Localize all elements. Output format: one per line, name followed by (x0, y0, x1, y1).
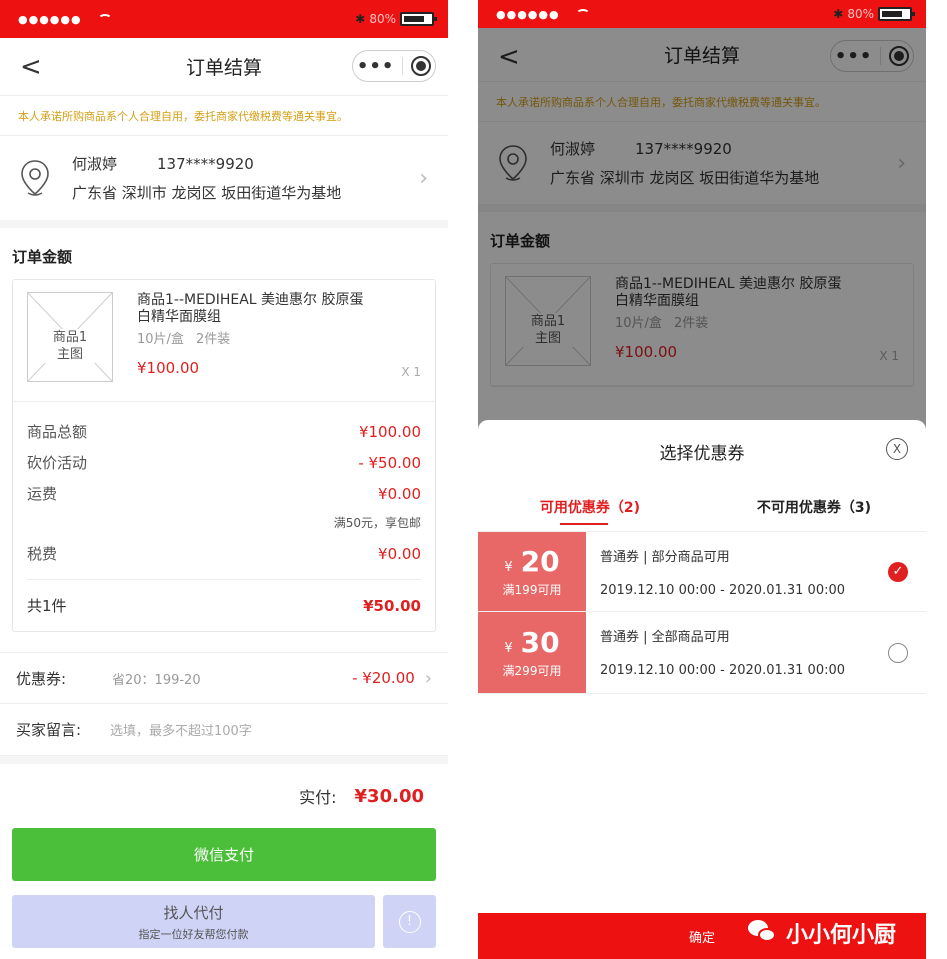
coupon-amount: 30 (520, 626, 560, 659)
wechat-logo-icon (747, 920, 778, 946)
info-icon: ! (398, 910, 421, 933)
nav-bar: < 订单结算 ••• (0, 38, 448, 96)
close-icon[interactable]: X (886, 438, 908, 460)
product-pack: 2件装 (195, 332, 231, 347)
coupon-desc: 省20：199-20 (112, 672, 201, 688)
tab-unavailable[interactable]: 不可用优惠券（3) (702, 482, 926, 531)
order-card: 商品1 主图 商品1--MEDIHEAL 美迪惠尔 胶原蛋白精华面膜组 10片/… (12, 279, 436, 632)
coupon-currency: ¥ (504, 641, 513, 656)
check-circle-icon[interactable]: ✓ (888, 561, 908, 582)
fee-label: 税费 (27, 545, 58, 563)
radio-unchecked-icon[interactable] (888, 642, 908, 663)
friend-pay-sublabel: 指定一位好友帮您付款 (138, 927, 249, 941)
back-icon[interactable]: < (20, 52, 42, 82)
mini-program-capsule: ••• (352, 50, 436, 82)
fee-value: ¥0.00 (378, 544, 421, 563)
coupon-type: 普通券 | 全部商品可用 (600, 630, 730, 645)
payable-amount: ¥30.00 (354, 785, 424, 807)
page-title: 订单结算 (185, 57, 262, 79)
friend-pay-button[interactable]: 找人代付 指定一位好友帮您付款 (12, 895, 375, 948)
coupon-tabs: 可用优惠券（2) 不可用优惠券（3) (478, 482, 926, 532)
product-spec: 10片/盒 (137, 332, 184, 347)
product-price: ¥100.00 (137, 359, 200, 377)
recipient-phone: 137****9920 (157, 155, 254, 173)
battery-percent: 80% (847, 7, 874, 21)
product-item[interactable]: 商品1 主图 商品1--MEDIHEAL 美迪惠尔 胶原蛋白精华面膜组 10片/… (13, 280, 435, 402)
sheet-title: 选择优惠券 (659, 443, 745, 464)
shipping-note: 满50元，享包邮 (333, 516, 421, 530)
coupon-validity: 2019.12.10 00:00 - 2020.01.31 00:00 (600, 663, 846, 678)
payable-label: 实付: (299, 788, 337, 807)
status-bar: ●●●●●● ✱ 80% (0, 0, 448, 38)
bluetooth-icon: ✱ (355, 12, 366, 26)
watermark: 小小何小厨 (747, 917, 896, 949)
coupon-validity: 2019.12.10 00:00 - 2020.01.31 00:00 (600, 583, 846, 598)
coupon-select-screen: ●●●●●● ✱ 80% < 订单结算 ••• 本人承诺所购商品系个人合理自用，… (478, 0, 926, 959)
buyer-message-row[interactable]: 买家留言: 选填，最多不超过100字 (0, 704, 448, 756)
fee-value: ¥100.00 (358, 422, 421, 441)
capsule-divider (402, 57, 404, 75)
fee-label: 砍价活动 (27, 454, 88, 472)
coupon-label: 优惠券: (16, 669, 67, 688)
product-qty: X 1 (401, 365, 421, 379)
coupon-currency: ¥ (504, 560, 513, 575)
chevron-right-icon: › (424, 667, 432, 689)
wifi-icon (575, 9, 590, 19)
coupon-type: 普通券 | 部分商品可用 (600, 550, 730, 565)
tab-available[interactable]: 可用优惠券（2) (478, 482, 702, 531)
recipient-name: 何淑婷 (72, 155, 118, 173)
wifi-icon (97, 14, 112, 24)
close-miniprogram-icon[interactable] (411, 56, 432, 76)
product-name: 商品1--MEDIHEAL 美迪惠尔 胶原蛋白精华面膜组 (137, 292, 364, 325)
battery-icon (400, 12, 437, 26)
signal-icon: ●●●●●● (18, 12, 82, 26)
fee-breakdown: 商品总额 ¥100.00 砍价活动 - ¥50.00 运费 ¥0.00 满50元，享包… (13, 402, 435, 631)
battery-percent: 80% (369, 12, 396, 26)
battery-icon (878, 7, 915, 21)
wechat-pay-button[interactable]: 微信支付 (12, 828, 436, 881)
confirm-label: 确定 (688, 930, 715, 946)
more-icon[interactable]: ••• (357, 56, 395, 77)
payable-row: 实付: ¥30.00 (0, 756, 448, 828)
order-total: 共1件 ¥50.00 (27, 579, 421, 631)
chevron-right-icon: › (419, 165, 428, 191)
status-bar: ●●●●●● ✱ 80% (478, 0, 926, 28)
fee-value: - ¥50.00 (358, 453, 421, 472)
coupon-sheet: 选择优惠券 X 可用优惠券（2) 不可用优惠券（3) ¥20 满199可用 普通… (478, 420, 926, 959)
fee-label: 运费 (27, 485, 58, 503)
location-pin-icon (20, 159, 50, 197)
fee-label: 商品总额 (27, 423, 88, 441)
address-card[interactable]: 何淑婷 137****9920 广东省 深圳市 龙岗区 坂田街道华为基地 › (0, 136, 448, 228)
address-detail: 广东省 深圳市 龙岗区 坂田街道华为基地 (72, 184, 342, 202)
customs-notice: 本人承诺所购商品系个人合理自用，委托商家代缴税费等通关事宜。 (0, 96, 448, 136)
message-input[interactable]: 选填，最多不超过100字 (110, 720, 252, 739)
coupon-value-block: ¥20 满199可用 (478, 532, 586, 611)
thumbnail-label: 商品1 主图 (42, 329, 98, 363)
fee-value: ¥0.00 (378, 484, 421, 503)
coupon-item[interactable]: ¥30 满299可用 普通券 | 全部商品可用 2019.12.10 00:00… (478, 612, 926, 694)
total-label: 共1件 (27, 597, 67, 615)
coupon-condition: 满199可用 (502, 583, 562, 597)
order-amount-title: 订单金额 (12, 248, 73, 266)
bluetooth-icon: ✱ (833, 7, 844, 21)
total-value: ¥50.00 (363, 596, 421, 615)
fee-row-tax: 税费 ¥0.00 (27, 538, 421, 569)
coupon-value-block: ¥30 满299可用 (478, 612, 586, 693)
fee-row-subtotal: 商品总额 ¥100.00 (27, 416, 421, 447)
signal-icon: ●●●●●● (496, 7, 560, 21)
friend-pay-label: 找人代付 (163, 903, 224, 922)
coupon-value: - ¥20.00 (352, 669, 415, 687)
coupon-amount: 20 (520, 545, 560, 578)
fee-row-shipping: 运费 ¥0.00 (27, 478, 421, 509)
message-label: 买家留言: (16, 721, 82, 739)
friend-pay-info-button[interactable]: ! (383, 895, 436, 948)
product-thumbnail: 商品1 主图 (27, 292, 113, 382)
coupon-condition: 满299可用 (502, 664, 562, 678)
coupon-selector[interactable]: 优惠券: 省20：199-20 - ¥20.00 › (0, 652, 448, 704)
checkout-screen: ●●●●●● ✱ 80% < 订单结算 ••• 本人承诺所购商品系个人合理自用，… (0, 0, 448, 959)
fee-row-bargain: 砍价活动 - ¥50.00 (27, 447, 421, 478)
watermark-text: 小小何小厨 (785, 923, 896, 948)
coupon-item[interactable]: ¥20 满199可用 普通券 | 部分商品可用 2019.12.10 00:00… (478, 532, 926, 612)
